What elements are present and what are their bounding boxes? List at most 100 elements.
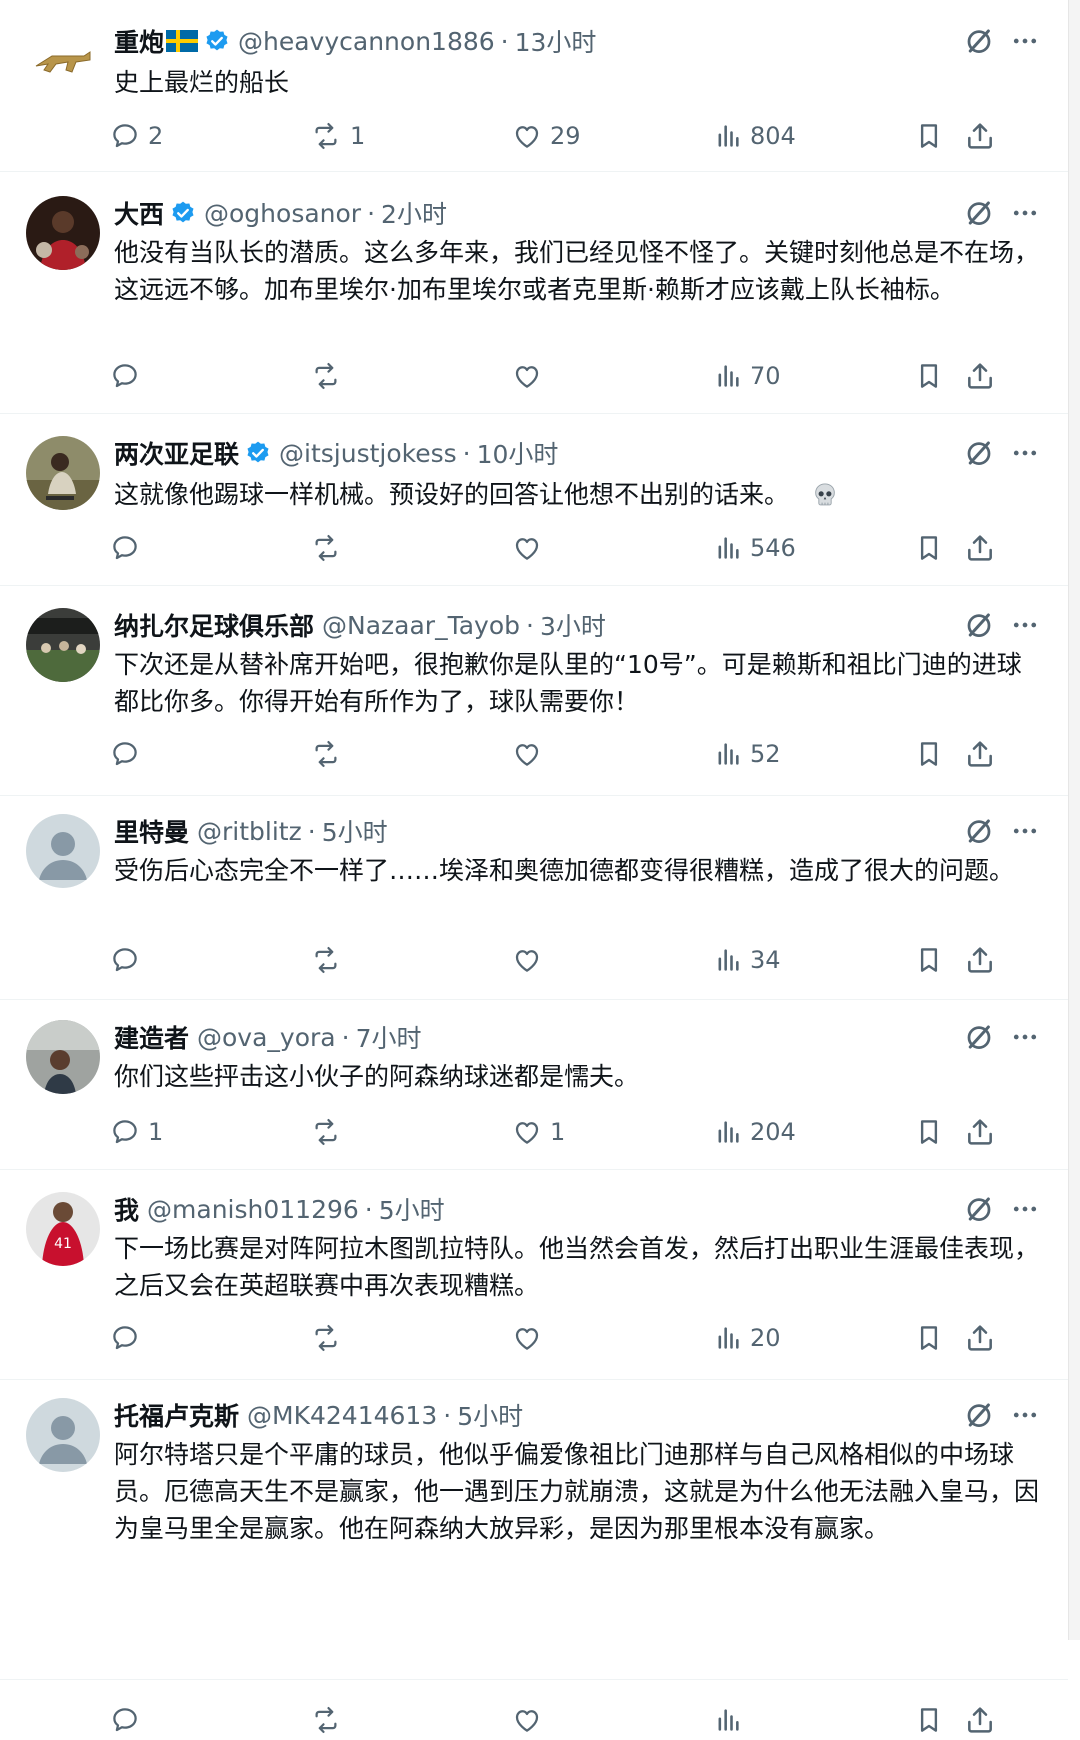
more-options-icon[interactable] [1010,198,1040,228]
grok-icon[interactable] [964,1022,994,1052]
like-button[interactable] [512,356,550,396]
bookmark-button[interactable] [914,734,944,774]
views-button[interactable]: 70 [714,356,781,396]
grok-icon[interactable] [964,438,994,468]
grok-icon[interactable] [964,816,994,846]
post-time[interactable]: 2小时 [381,195,447,231]
user-handle[interactable]: @itsjustjokess [279,439,457,468]
bookmark-button[interactable] [914,1112,944,1152]
grok-icon[interactable] [964,198,994,228]
reply-post[interactable]: 托福卢克斯 @MK42414613 · 5小时 阿尔特塔只是个平庸的球员，他似乎偏爱像祖… [0,1380,1068,1733]
like-button[interactable] [512,734,550,774]
avatar[interactable] [26,196,100,270]
repost-button[interactable] [310,356,350,396]
display-name[interactable]: 建造者 [114,1019,189,1055]
bookmark-button[interactable] [914,116,944,156]
repost-button[interactable] [310,528,350,568]
bookmark-button[interactable] [914,1700,944,1740]
post-time[interactable]: 3小时 [540,607,606,643]
reply-button[interactable] [110,1700,148,1740]
repost-button[interactable]: 1 [310,116,365,156]
avatar[interactable] [26,26,100,100]
user-handle[interactable]: @oghosanor [204,199,361,228]
bookmark-button[interactable] [914,528,944,568]
views-button[interactable]: 20 [714,1318,781,1358]
bookmark-button[interactable] [914,940,944,980]
more-options-icon[interactable] [1010,610,1040,640]
bookmark-button[interactable] [914,356,944,396]
avatar[interactable] [26,1020,100,1094]
display-name[interactable]: 大西 [114,195,164,231]
post-time[interactable]: 5小时 [457,1397,523,1433]
reply-button[interactable] [110,940,148,980]
display-name[interactable]: 托福卢克斯 [114,1397,239,1433]
post-time[interactable]: 7小时 [356,1019,422,1055]
views-button[interactable]: 34 [714,940,781,980]
post-time[interactable]: 5小时 [379,1191,445,1227]
display-name[interactable]: 里特曼 [114,813,189,849]
user-handle[interactable]: @ritblitz [197,817,302,846]
user-handle[interactable]: @MK42414613 [247,1401,437,1430]
repost-button[interactable] [310,1700,350,1740]
more-options-icon[interactable] [1010,26,1040,56]
repost-button[interactable] [310,940,350,980]
repost-button[interactable] [310,734,350,774]
post-time[interactable]: 10小时 [477,435,559,471]
reply-button[interactable]: 1 [110,1112,163,1152]
like-button[interactable] [512,1318,550,1358]
share-button[interactable] [964,528,996,568]
views-button[interactable] [714,1700,750,1740]
avatar[interactable]: 41 [26,1192,100,1266]
avatar[interactable] [26,436,100,510]
reply-button[interactable] [110,528,148,568]
share-button[interactable] [964,940,996,980]
reply-post[interactable]: 建造者 @ova_yora · 7小时 你们这些抨击这小伙子的阿森纳球迷都是懦夫。 1 1 2… [0,1000,1068,1170]
share-button[interactable] [964,116,996,156]
views-button[interactable]: 52 [714,734,781,774]
reply-post[interactable]: 41 我 @manish011296 · 5小时 下一场比赛是对阵阿拉木图凯拉特队。他当然… [0,1170,1068,1380]
like-button[interactable] [512,528,550,568]
more-options-icon[interactable] [1010,1400,1040,1430]
grok-icon[interactable] [964,26,994,56]
display-name[interactable]: 纳扎尔足球俱乐部 [114,607,314,643]
like-button[interactable] [512,1700,550,1740]
reply-button[interactable] [110,734,148,774]
reply-button[interactable]: 2 [110,116,163,156]
views-button[interactable]: 804 [714,116,796,156]
grok-icon[interactable] [964,610,994,640]
more-options-icon[interactable] [1010,438,1040,468]
repost-button[interactable] [310,1318,350,1358]
avatar[interactable] [26,814,100,888]
post-time[interactable]: 5小时 [322,813,388,849]
reply-post[interactable]: 两次亚足联 @itsjustjokess · 10小时 这就像他踢球一样机械。预设好的回… [0,414,1068,586]
reply-button[interactable] [110,356,148,396]
display-name[interactable]: 两次亚足联 [114,435,239,471]
share-button[interactable] [964,734,996,774]
grok-icon[interactable] [964,1194,994,1224]
user-handle[interactable]: @ova_yora [197,1023,336,1052]
avatar[interactable] [26,608,100,682]
like-button[interactable] [512,940,550,980]
views-button[interactable]: 546 [714,528,796,568]
repost-button[interactable] [310,1112,350,1152]
user-handle[interactable]: @heavycannon1886 [238,27,495,56]
views-button[interactable]: 204 [714,1112,796,1152]
share-button[interactable] [964,1112,996,1152]
share-button[interactable] [964,1700,996,1740]
share-button[interactable] [964,356,996,396]
user-handle[interactable]: @Nazaar_Tayob [322,611,520,640]
like-button[interactable]: 1 [512,1112,565,1152]
avatar[interactable] [26,1398,100,1472]
more-options-icon[interactable] [1010,816,1040,846]
user-handle[interactable]: @manish011296 [147,1195,359,1224]
bookmark-button[interactable] [914,1318,944,1358]
grok-icon[interactable] [964,1400,994,1430]
reply-post[interactable]: 大西 @oghosanor · 2小时 他没有当队长的潜质。这么多年来，我们已经见怪不怪… [0,172,1068,414]
post-time[interactable]: 13小时 [515,23,597,59]
display-name[interactable]: 重炮 [114,23,164,59]
like-button[interactable]: 29 [512,116,581,156]
display-name[interactable]: 我 [114,1191,139,1227]
reply-post[interactable]: 重炮 @heavycannon1886 · 13小时 史上最烂的船长 2 1 29 804 [0,0,1068,172]
reply-button[interactable] [110,1318,148,1358]
more-options-icon[interactable] [1010,1022,1040,1052]
